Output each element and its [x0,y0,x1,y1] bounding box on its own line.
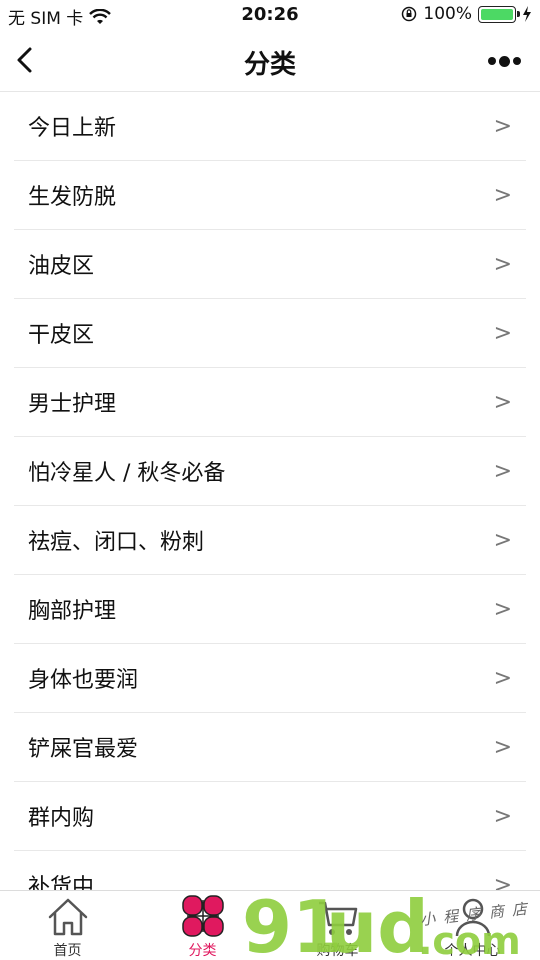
chevron-right-icon: > [493,320,512,346]
category-item[interactable]: 今日上新 > [14,92,526,161]
battery-icon [478,5,520,23]
category-item[interactable]: 群内购 > [14,782,526,851]
chevron-left-icon [17,47,32,73]
page-title: 分类 [243,50,296,80]
status-right: 100% [401,4,532,24]
tab-cart[interactable]: 购物车 [270,891,405,960]
tab-category[interactable]: 分类 [135,891,270,960]
chevron-right-icon: > [493,527,512,553]
chevron-right-icon: > [493,803,512,829]
category-label: 铲屎官最爱 [28,737,139,762]
category-item[interactable]: 男士护理 > [14,368,526,437]
category-item[interactable]: 胸部护理 > [14,575,526,644]
category-label: 油皮区 [28,254,95,279]
status-bar: 无 SIM 卡 20:26 100% [0,0,540,30]
category-item[interactable]: 祛痘、闭口、粉刺 > [14,506,526,575]
category-item[interactable]: 干皮区 > [14,299,526,368]
clover-icon [181,895,224,937]
chevron-right-icon: > [493,734,512,760]
tab-home[interactable]: 首页 [0,891,135,960]
tab-label: 购物车 [316,943,359,959]
more-dot-icon [512,57,521,65]
user-icon [455,898,490,937]
category-item[interactable]: 铲屎官最爱 > [14,713,526,782]
nav-bar: 分类 [0,30,540,92]
more-dot-icon [487,57,496,65]
charging-icon [523,6,531,22]
tab-label: 个人中心 [444,943,501,959]
category-item[interactable]: 怕冷星人 / 秋冬必备 > [14,437,526,506]
category-label: 补货中 [28,875,95,892]
more-dot-icon [498,55,510,67]
home-icon [48,898,87,936]
category-label: 怕冷星人 / 秋冬必备 [28,461,226,486]
chevron-right-icon: > [493,389,512,415]
chevron-right-icon: > [493,182,512,208]
category-label: 身体也要润 [28,668,139,693]
tab-bar: 首页 分类 购物车 个人中心 [0,890,540,960]
battery-percent: 100% [423,4,472,24]
category-label: 男士护理 [28,392,117,417]
tab-label: 首页 [53,943,82,959]
chevron-right-icon: > [493,113,512,139]
category-label: 群内购 [28,806,95,831]
category-label: 生发防脱 [28,185,117,210]
chevron-right-icon: > [493,596,512,622]
tab-profile[interactable]: 个人中心 [405,891,540,960]
category-label: 胸部护理 [28,599,117,624]
orientation-lock-icon [402,6,417,22]
category-item[interactable]: 生发防脱 > [14,161,526,230]
category-item[interactable]: 身体也要润 > [14,644,526,713]
category-label: 祛痘、闭口、粉刺 [28,530,205,555]
cart-icon [318,901,357,935]
chevron-right-icon: > [493,665,512,691]
chevron-right-icon: > [493,458,512,484]
tab-label: 分类 [188,943,217,959]
more-button[interactable] [484,50,524,72]
category-item[interactable]: 油皮区 > [14,230,526,299]
category-label: 今日上新 [28,116,117,141]
back-button[interactable] [10,40,46,80]
battery-fill [481,8,513,20]
category-item[interactable]: 补货中 > [14,851,526,893]
category-list: 今日上新 > 生发防脱 > 油皮区 > 干皮区 > 男士护理 > 怕冷星人 / … [0,92,540,892]
category-label: 干皮区 [28,323,95,348]
chevron-right-icon: > [493,251,512,277]
